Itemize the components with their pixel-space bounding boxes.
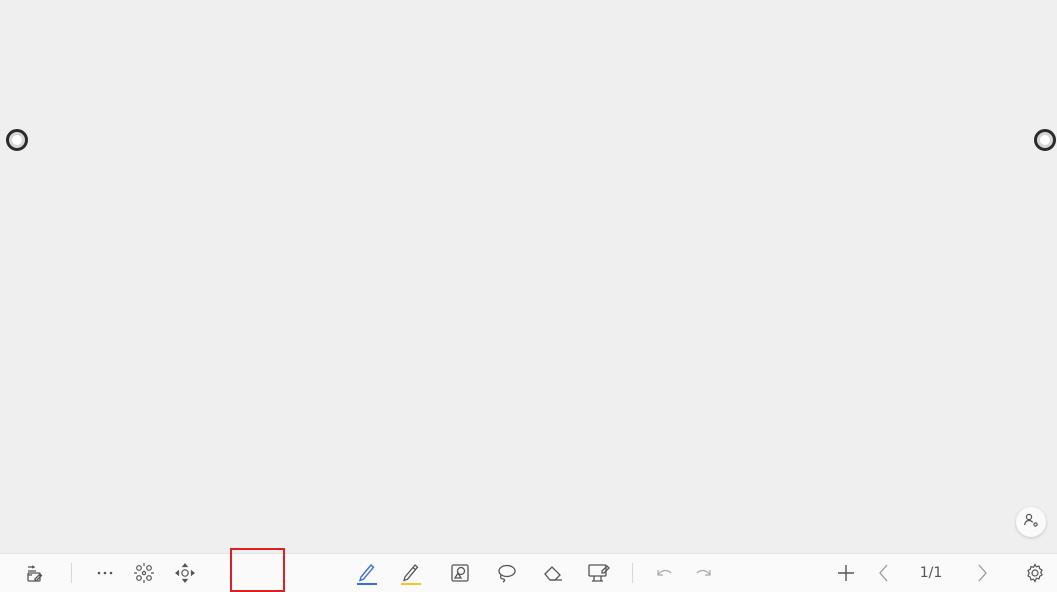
prev-page-button[interactable] [871,560,897,586]
grid-select-button[interactable] [131,560,157,586]
whiteboard-canvas[interactable] [0,0,1057,553]
toolbar-separator [632,563,633,583]
chevron-left-icon [874,562,894,584]
redo-icon [693,562,715,584]
shape-icon [449,562,471,584]
redo-button[interactable] [691,560,717,586]
settings-button[interactable] [1022,560,1048,586]
eraser-tool-button[interactable] [540,560,566,586]
shape-tool-button[interactable] [447,560,473,586]
undo-button[interactable] [651,560,677,586]
move-button[interactable] [172,560,198,586]
board-icon [587,562,611,584]
lasso-icon [495,562,517,584]
more-dots-icon [95,563,115,583]
menu-button[interactable] [22,560,48,586]
highlighter-tool-button[interactable] [398,560,424,586]
more-button[interactable] [92,560,118,586]
user-button[interactable] [1016,507,1046,537]
chevron-right-icon [972,562,992,584]
pen-tool-button[interactable] [354,560,380,586]
right-edge-handle[interactable] [1034,129,1056,151]
toolbar-separator [71,563,72,583]
add-page-button[interactable] [833,560,859,586]
plus-icon [835,562,857,584]
gear-icon [1024,562,1046,584]
undo-icon [653,562,675,584]
highlight-box [230,548,285,592]
left-edge-handle[interactable] [6,129,28,151]
pen-icon [356,560,378,586]
lasso-tool-button[interactable] [493,560,519,586]
next-page-button[interactable] [969,560,995,586]
page-indicator: 1/1 [919,565,943,581]
move-icon [174,562,196,584]
eraser-icon [542,562,564,584]
highlighter-icon [400,560,422,586]
bottom-toolbar: 1/1 [0,553,1057,592]
grid-select-icon [133,562,155,584]
user-icon [1023,512,1039,533]
board-tool-button[interactable] [586,560,612,586]
menu-edit-icon [25,563,45,583]
